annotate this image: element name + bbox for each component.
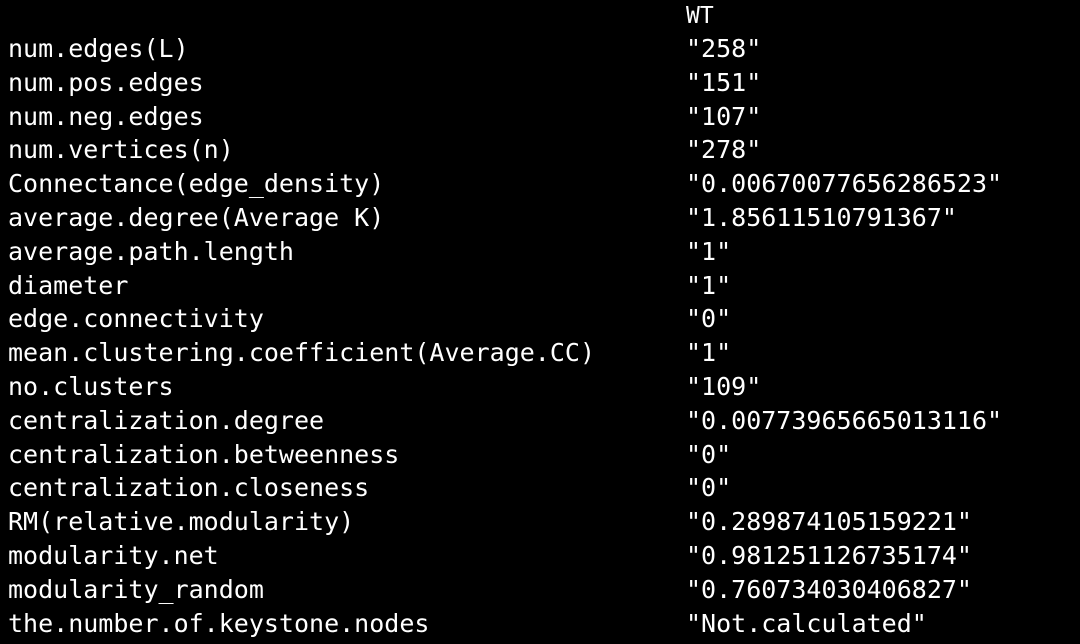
table-row: modularity.net "0.981251126735174" xyxy=(0,539,1080,573)
table-row: num.edges(L) "258" xyxy=(0,32,1080,66)
row-value: "107" xyxy=(686,101,762,131)
row-name: num.pos.edges xyxy=(8,67,204,97)
row-name: RM(relative.modularity) xyxy=(8,507,355,537)
console-output: WT num.edges(L) "258" num.pos.edges "151" … xyxy=(0,0,1080,644)
row-name: average.path.length xyxy=(8,236,294,266)
row-name: modularity.net xyxy=(8,540,219,570)
row-name: modularity_random xyxy=(8,574,264,604)
row-value: "0.981251126735174" xyxy=(686,540,972,570)
table-row: centralization.betweenness "0" xyxy=(0,438,1080,472)
table-row: edge.connectivity "0" xyxy=(0,302,1080,336)
row-name: num.neg.edges xyxy=(8,101,204,131)
table-row: no.clusters "109" xyxy=(0,370,1080,404)
row-value: "0.760734030406827" xyxy=(686,574,972,604)
row-value: "1" xyxy=(686,270,732,300)
table-row: centralization.degree "0.0077396566501311… xyxy=(0,404,1080,438)
row-value: "0" xyxy=(686,439,732,469)
row-name: centralization.closeness xyxy=(8,473,370,503)
row-value: "258" xyxy=(686,34,762,63)
table-row: num.pos.edges "151" xyxy=(0,66,1080,100)
table-body: num.edges(L) "258" num.pos.edges "151" num… xyxy=(0,32,1080,640)
row-name: diameter xyxy=(8,270,129,300)
table-row: RM(relative.modularity) "0.28987410515922… xyxy=(0,505,1080,539)
row-name: centralization.degree xyxy=(8,405,325,435)
table-row: the.number.of.keystone.nodes "Not.calcula… xyxy=(0,607,1080,641)
row-value: "Not.calculated" xyxy=(686,608,927,638)
table-row: num.vertices(n) "278" xyxy=(0,133,1080,167)
row-value: "1.85611510791367" xyxy=(686,202,957,232)
row-name: the.number.of.keystone.nodes xyxy=(8,608,430,638)
row-name: num.vertices(n) xyxy=(8,135,234,165)
table-row: mean.clustering.coefficient(Average.CC) "… xyxy=(0,336,1080,370)
row-value: "0" xyxy=(686,304,732,334)
table-row: average.degree(Average K) "1.856115107913… xyxy=(0,201,1080,235)
table-row: average.path.length "1" xyxy=(0,235,1080,269)
row-name: mean.clustering.coefficient(Average.CC) xyxy=(8,338,595,368)
row-value: "151" xyxy=(686,67,762,97)
row-value: "0.00773965665013116" xyxy=(686,405,1003,435)
table-row: diameter "1" xyxy=(0,269,1080,303)
column-header-wt: WT xyxy=(686,3,714,29)
table-row: num.neg.edges "107" xyxy=(0,100,1080,134)
row-name: average.degree(Average K) xyxy=(8,202,385,232)
row-name: centralization.betweenness xyxy=(8,439,400,469)
table-row: modularity_random "0.760734030406827" xyxy=(0,573,1080,607)
table-row: centralization.closeness "0" xyxy=(0,471,1080,505)
row-value: "0.289874105159221" xyxy=(686,507,972,537)
row-value: "1" xyxy=(686,236,732,266)
row-name: Connectance(edge_density) xyxy=(8,169,385,199)
row-value: "109" xyxy=(686,371,762,401)
row-name: num.edges(L) xyxy=(8,34,189,63)
row-value: "1" xyxy=(686,338,732,368)
row-name: edge.connectivity xyxy=(8,304,264,334)
table-row: Connectance(edge_density) "0.006700776562… xyxy=(0,167,1080,201)
row-name: no.clusters xyxy=(8,371,174,401)
row-value: "0.00670077656286523" xyxy=(686,169,1003,199)
row-value: "0" xyxy=(686,473,732,503)
row-value: "278" xyxy=(686,135,762,165)
table-header: WT xyxy=(0,0,1080,32)
